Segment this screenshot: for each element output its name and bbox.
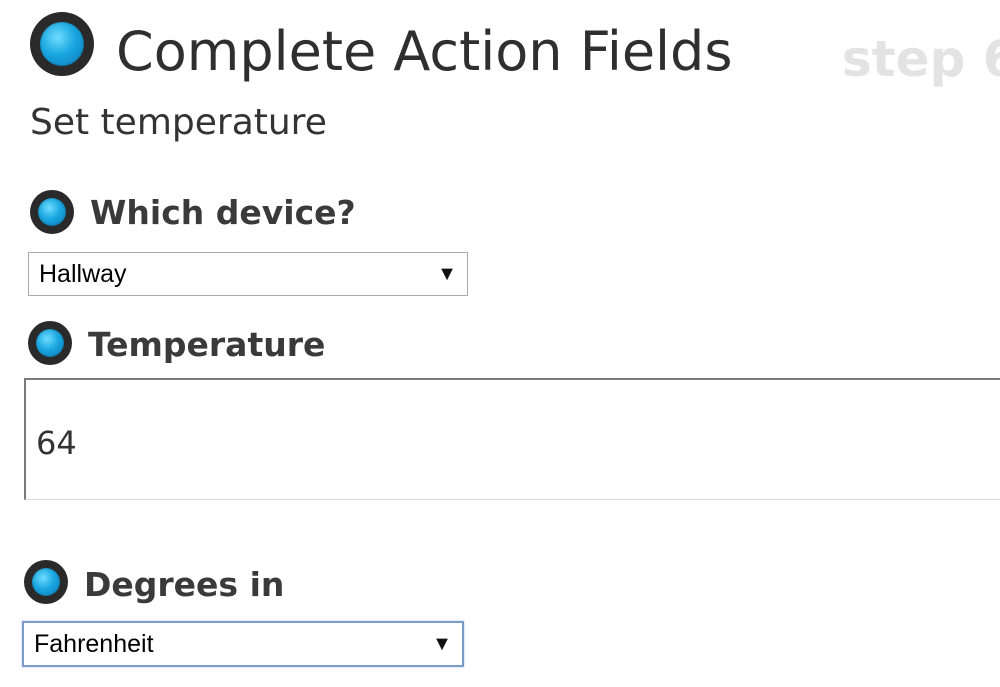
dropdown-arrow-icon: ▼ <box>432 632 452 655</box>
header-bullet-icon <box>30 12 94 76</box>
page-title: Complete Action Fields <box>116 20 733 83</box>
temperature-bullet-icon <box>28 321 72 365</box>
temperature-label: Temperature <box>88 325 326 364</box>
degrees-select[interactable]: Fahrenheit ▼ <box>22 621 464 667</box>
degrees-label: Degrees in <box>84 565 285 604</box>
degrees-bullet-icon <box>24 560 68 604</box>
device-select[interactable]: Hallway ▼ <box>28 252 468 296</box>
temperature-input[interactable]: 64 <box>24 378 1000 500</box>
dropdown-arrow-icon: ▼ <box>437 262 457 285</box>
degrees-select-value: Fahrenheit <box>34 629 154 658</box>
step-indicator: step 6 <box>842 30 1000 88</box>
device-bullet-icon <box>30 190 74 234</box>
action-name: Set temperature <box>30 102 327 143</box>
device-select-value: Hallway <box>39 259 127 288</box>
device-label: Which device? <box>90 193 356 232</box>
